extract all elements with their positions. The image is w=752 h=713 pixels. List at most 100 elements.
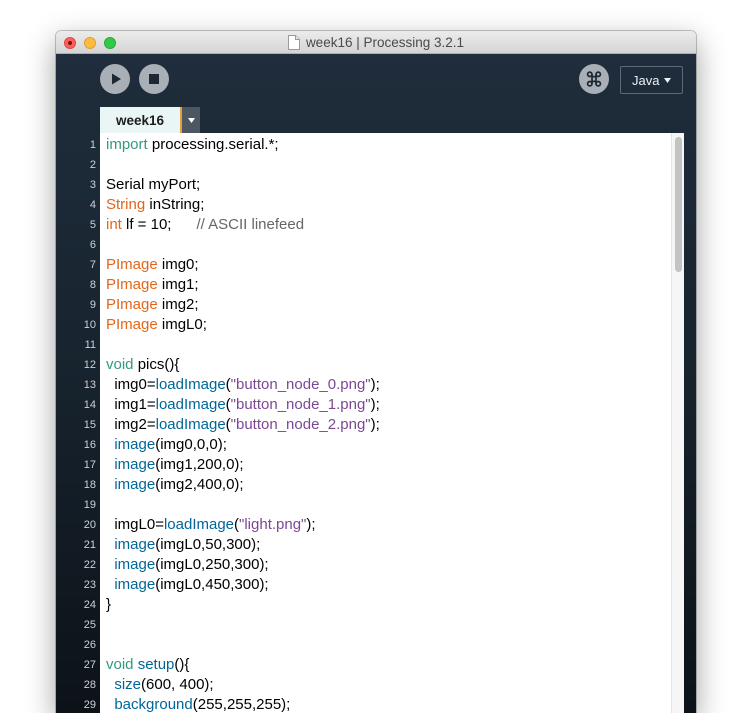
code-line[interactable]: 17 image(img1,200,0); — [56, 455, 684, 475]
code-token-function: image — [114, 476, 156, 493]
code-line[interactable]: 10 PImage imgL0; — [56, 315, 684, 335]
mode-selector[interactable]: Java — [620, 66, 683, 94]
code-token-plain: pics(){ — [133, 356, 180, 373]
scrollbar-thumb[interactable] — [675, 137, 682, 272]
code-line[interactable]: 9 PImage img2; — [56, 295, 684, 315]
code-text[interactable]: img0=loadImage("button_node_0.png"); — [100, 375, 379, 395]
code-token-keyword: void — [106, 656, 134, 673]
code-line[interactable]: 22 image(imgL0,250,300); — [56, 555, 684, 575]
code-text[interactable]: img2=loadImage("button_node_2.png"); — [100, 415, 380, 435]
code-token-plain: } — [106, 596, 112, 613]
code-text[interactable] — [100, 235, 106, 255]
code-line[interactable]: 13 img0=loadImage("button_node_0.png"); — [56, 375, 684, 395]
code-token-keyword: import — [106, 136, 148, 153]
code-line[interactable]: 27 void setup(){ — [56, 655, 684, 675]
code-token-function: loadImage — [155, 396, 226, 413]
code-token-plain: ); — [370, 416, 380, 433]
code-text[interactable]: PImage img2; — [100, 295, 199, 315]
code-token-function: image — [114, 556, 156, 573]
code-text[interactable]: size(600, 400); — [100, 675, 213, 695]
code-text[interactable]: } — [100, 595, 111, 615]
code-text[interactable] — [100, 495, 106, 515]
code-text[interactable] — [100, 155, 106, 175]
line-number: 12 — [83, 359, 96, 371]
code-text[interactable]: image(img2,400,0); — [100, 475, 243, 495]
code-text[interactable]: image(imgL0,50,300); — [100, 535, 260, 555]
code-text[interactable]: background(255,255,255); — [100, 695, 290, 713]
code-text[interactable] — [100, 615, 106, 635]
code-text[interactable]: imgL0=loadImage("light.png"); — [100, 515, 315, 535]
code-text[interactable]: image(imgL0,450,300); — [100, 575, 268, 595]
code-text[interactable]: img1=loadImage("button_node_1.png"); — [100, 395, 379, 415]
code-line[interactable]: 24} — [56, 595, 684, 615]
code-text[interactable]: void setup(){ — [100, 655, 189, 675]
code-text[interactable] — [100, 635, 106, 655]
code-line[interactable]: 29 background(255,255,255); — [56, 695, 684, 713]
code-text[interactable]: PImage imgL0; — [100, 315, 207, 335]
code-line[interactable]: 6 — [56, 235, 684, 255]
code-text[interactable]: image(img1,200,0); — [100, 455, 244, 475]
code-token-plain: imgL0= — [106, 516, 164, 533]
code-token-type: String — [106, 196, 146, 213]
line-number: 25 — [83, 619, 96, 631]
code-token-string: "button_node_0.png" — [230, 376, 371, 393]
line-number: 2 — [89, 159, 96, 171]
line-number: 14 — [83, 399, 96, 411]
code-line[interactable]: 25 — [56, 615, 684, 635]
code-line[interactable]: 11 — [56, 335, 684, 355]
code-line[interactable]: 16 image(img0,0,0); — [56, 435, 684, 455]
debug-button[interactable] — [579, 64, 609, 94]
code-line[interactable]: 7 PImage img0; — [56, 255, 684, 275]
code-line[interactable]: 15 img2=loadImage("button_node_2.png"); — [56, 415, 684, 435]
line-number: 19 — [83, 499, 96, 511]
vertical-scrollbar[interactable] — [671, 133, 684, 713]
line-number: 1 — [89, 139, 96, 151]
processing-window: week16 | Processing 3.2.1 Java week16 1 … — [56, 31, 696, 713]
tab-week16[interactable]: week16 — [100, 107, 180, 133]
code-text[interactable]: import processing.serial.*; — [100, 135, 279, 155]
code-token-plain: img2; — [157, 296, 199, 313]
title-bar[interactable]: week16 | Processing 3.2.1 — [56, 31, 696, 54]
code-line[interactable]: 8 PImage img1; — [56, 275, 684, 295]
line-number: 5 — [89, 219, 96, 231]
code-line[interactable]: 14 img1=loadImage("button_node_1.png"); — [56, 395, 684, 415]
code-text[interactable]: int lf = 10; // ASCII linefeed — [100, 215, 304, 235]
code-line[interactable]: 3 Serial myPort; — [56, 175, 684, 195]
code-text[interactable]: PImage img1; — [100, 275, 199, 295]
code-text[interactable]: image(img0,0,0); — [100, 435, 227, 455]
code-token-plain: (img1,200,0); — [155, 456, 244, 473]
code-text[interactable]: image(imgL0,250,300); — [100, 555, 268, 575]
code-line[interactable]: 28 size(600, 400); — [56, 675, 684, 695]
code-token-function: image — [114, 436, 156, 453]
code-lines: 1 import processing.serial.*; 2 3 Serial myP… — [56, 135, 684, 713]
code-token-plain: lf = 10; — [121, 216, 197, 233]
line-number: 6 — [89, 239, 96, 251]
code-token-plain: processing.serial.*; — [147, 136, 279, 153]
tab-menu-button[interactable] — [182, 107, 200, 133]
code-line[interactable]: 21 image(imgL0,50,300); — [56, 535, 684, 555]
code-text[interactable]: Serial myPort; — [100, 175, 200, 195]
code-token-type: int — [106, 216, 122, 233]
code-text[interactable]: PImage img0; — [100, 255, 199, 275]
code-line[interactable]: 1 import processing.serial.*; — [56, 135, 684, 155]
run-button[interactable] — [100, 64, 130, 94]
code-line[interactable]: 19 — [56, 495, 684, 515]
code-token-function: image — [114, 536, 156, 553]
editor: 1 import processing.serial.*; 2 3 Serial myP… — [56, 133, 696, 713]
code-line[interactable]: 20 imgL0=loadImage("light.png"); — [56, 515, 684, 535]
code-line[interactable]: 12 void pics(){ — [56, 355, 684, 375]
code-line[interactable]: 26 — [56, 635, 684, 655]
code-token-type: PImage — [106, 256, 158, 273]
code-token-plain: img1; — [157, 276, 199, 293]
code-token-string: "light.png" — [239, 516, 307, 533]
code-line[interactable]: 23 image(imgL0,450,300); — [56, 575, 684, 595]
code-text[interactable]: String inString; — [100, 195, 204, 215]
stop-button[interactable] — [139, 64, 169, 94]
code-token-string: "button_node_1.png" — [230, 396, 371, 413]
code-line[interactable]: 18 image(img2,400,0); — [56, 475, 684, 495]
code-text[interactable]: void pics(){ — [100, 355, 179, 375]
code-line[interactable]: 2 — [56, 155, 684, 175]
code-line[interactable]: 5 int lf = 10; // ASCII linefeed — [56, 215, 684, 235]
code-line[interactable]: 4 String inString; — [56, 195, 684, 215]
code-text[interactable] — [100, 335, 106, 355]
